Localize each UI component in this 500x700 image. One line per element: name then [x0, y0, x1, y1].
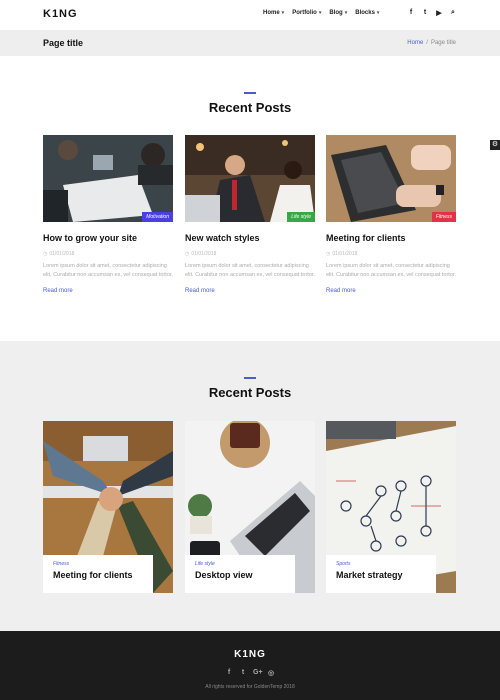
footer-social: f t G+ ◎ — [0, 669, 500, 677]
featured-post-card[interactable]: Life style Desktop view — [185, 421, 315, 593]
google-plus-icon[interactable]: G+ — [253, 669, 263, 677]
settings-gear-icon[interactable]: ⚙ — [490, 140, 500, 150]
date-text: 01/01/2018 — [49, 251, 75, 257]
main-nav: Home ▾ Portfolio ▾ Blog ▾ Blocks ▾ — [263, 10, 379, 16]
chevron-down-icon: ▾ — [344, 10, 348, 16]
facebook-icon[interactable]: f — [407, 9, 415, 17]
business-people-photo — [185, 135, 315, 222]
post-excerpt: Lorem ipsum dolor sit amet, consectetur … — [43, 263, 173, 278]
breadcrumb-home-link[interactable]: Home — [407, 40, 423, 46]
post-category[interactable]: Fitness — [53, 561, 143, 567]
featured-post-card[interactable]: Fitness Meeting for clients — [43, 421, 173, 593]
post-date: ◷ 01/01/2018 — [326, 251, 456, 257]
section-title: Recent Posts — [208, 385, 292, 400]
post-title[interactable]: Meeting for clients — [326, 233, 456, 243]
header-social: f t ▶ ⌕ — [407, 9, 457, 17]
post-card: Motivation How to grow your site ◷ 01/01/… — [43, 135, 173, 294]
chevron-down-icon: ▾ — [318, 10, 322, 16]
page-title-bar: Page title Home / Page title — [0, 30, 500, 56]
nav-item-home[interactable]: Home ▾ — [263, 10, 284, 16]
footer: K1NG f t G+ ◎ All rights reserved for Go… — [0, 631, 500, 700]
post-title[interactable]: Meeting for clients — [53, 570, 143, 580]
post-excerpt: Lorem ipsum dolor sit amet, consectetur … — [326, 263, 456, 278]
instagram-icon[interactable]: ◎ — [267, 669, 275, 677]
post-excerpt: Lorem ipsum dolor sit amet, consectetur … — [185, 263, 315, 278]
section-accent-line — [244, 92, 256, 94]
post-title[interactable]: Market strategy — [336, 570, 426, 580]
section-accent-line — [244, 377, 256, 379]
featured-post-card[interactable]: Sports Market strategy — [326, 421, 456, 593]
category-badge[interactable]: Life style — [287, 212, 315, 222]
nav-item-blog[interactable]: Blog ▾ — [329, 10, 347, 16]
post-card: Fitness Meeting for clients ◷ 01/01/2018 … — [326, 135, 456, 294]
post-title[interactable]: How to grow your site — [43, 233, 173, 243]
date-text: 01/01/2018 — [332, 251, 358, 257]
copyright-text: All rights reserved for GoldenTemp 2018 — [205, 684, 295, 690]
category-badge[interactable]: Fitness — [431, 212, 456, 222]
post-card: Life style New watch styles ◷ 01/01/2018 … — [185, 135, 315, 294]
breadcrumb: Home / Page title — [407, 40, 456, 46]
footer-logo[interactable]: K1NG — [0, 649, 500, 660]
post-title[interactable]: New watch styles — [185, 233, 315, 243]
team-meeting-photo — [43, 135, 173, 222]
breadcrumb-current: Page title — [430, 40, 456, 46]
post-date: ◷ 01/01/2018 — [185, 251, 315, 257]
nav-item-portfolio[interactable]: Portfolio ▾ — [292, 10, 321, 16]
nav-label: Home — [263, 10, 280, 16]
clock-icon: ◷ — [185, 251, 190, 257]
category-badge[interactable]: Motivation — [142, 212, 173, 222]
post-image[interactable]: Motivation — [43, 135, 173, 222]
post-date: ◷ 01/01/2018 — [43, 251, 173, 257]
nav-label: Portfolio — [292, 10, 317, 16]
post-category[interactable]: Sports — [336, 561, 426, 567]
nav-label: Blog — [329, 10, 343, 16]
featured-post-info: Sports Market strategy — [326, 555, 436, 593]
section-title: Recent Posts — [208, 100, 292, 115]
post-title[interactable]: Desktop view — [195, 570, 285, 580]
nav-label: Blocks — [355, 10, 375, 16]
laptop-typing-photo — [326, 135, 456, 222]
featured-post-info: Life style Desktop view — [185, 555, 295, 593]
twitter-icon[interactable]: t — [239, 669, 247, 677]
site-logo[interactable]: K1NG — [43, 8, 78, 20]
search-icon[interactable]: ⌕ — [449, 9, 457, 17]
youtube-icon[interactable]: ▶ — [435, 9, 443, 17]
clock-icon: ◷ — [326, 251, 331, 257]
breadcrumb-separator: / — [426, 40, 428, 46]
read-more-link[interactable]: Read more — [326, 288, 456, 294]
date-text: 01/01/2018 — [191, 251, 217, 257]
clock-icon: ◷ — [43, 251, 48, 257]
twitter-icon[interactable]: t — [421, 9, 429, 17]
featured-post-info: Fitness Meeting for clients — [43, 555, 153, 593]
read-more-link[interactable]: Read more — [43, 288, 173, 294]
post-image[interactable]: Life style — [185, 135, 315, 222]
post-category[interactable]: Life style — [195, 561, 285, 567]
nav-item-blocks[interactable]: Blocks ▾ — [355, 10, 379, 16]
read-more-link[interactable]: Read more — [185, 288, 315, 294]
top-navbar: K1NG Home ▾ Portfolio ▾ Blog ▾ Blocks ▾ f t … — [0, 0, 500, 30]
chevron-down-icon: ▾ — [281, 10, 285, 16]
facebook-icon[interactable]: f — [225, 669, 233, 677]
page-title: Page title — [43, 38, 84, 48]
chevron-down-icon: ▾ — [376, 10, 380, 16]
post-image[interactable]: Fitness — [326, 135, 456, 222]
